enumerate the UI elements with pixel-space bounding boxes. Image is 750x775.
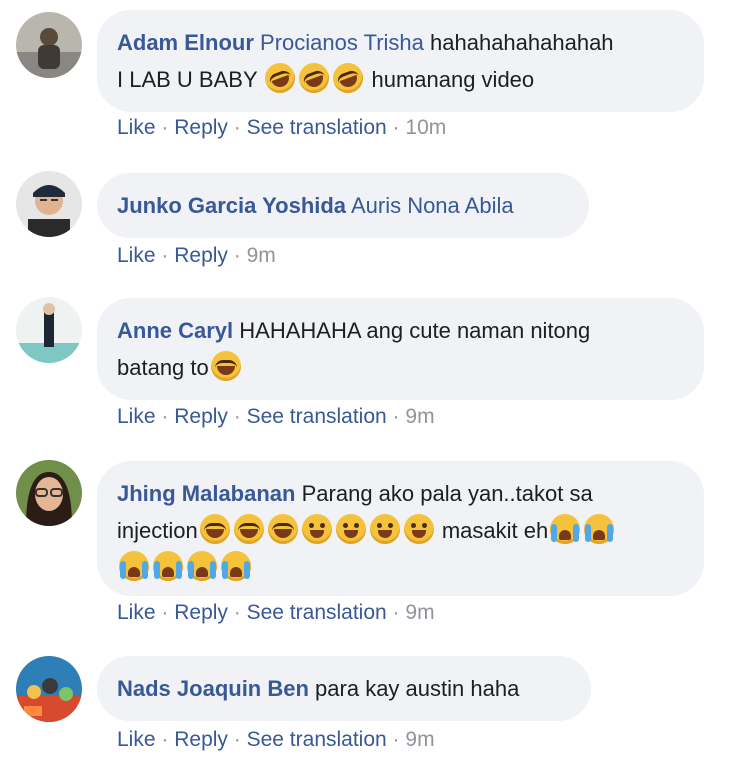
separator: ·	[392, 116, 400, 139]
avatar[interactable]	[16, 12, 82, 78]
comment-text: hahahahahahahah	[430, 30, 614, 55]
woman-glasses-icon	[16, 460, 82, 526]
comment-author[interactable]: Jhing Malabanan	[117, 481, 295, 506]
comment-text: HAHAHAHA ang cute naman nitong	[239, 318, 591, 343]
loudly-crying-emoji-icon	[550, 514, 581, 544]
loudly-crying-emoji-icon	[119, 551, 149, 581]
loudly-crying-emoji-icon	[153, 551, 183, 581]
reply-link[interactable]: Reply	[174, 728, 228, 751]
person-outdoor-icon	[16, 297, 82, 363]
comment-text: humanang video	[371, 67, 535, 92]
see-translation-link[interactable]: See translation	[247, 405, 387, 428]
comment-text: para kay austin haha	[315, 676, 520, 701]
like-link[interactable]: Like	[117, 728, 156, 751]
rofl-emoji-icon	[329, 58, 368, 98]
comment-bubble: Nads Joaquin Ben para kay austin haha	[97, 656, 591, 721]
winking-tongue-emoji-icon	[369, 514, 400, 544]
separator: ·	[392, 405, 400, 428]
rofl-emoji-icon	[261, 58, 300, 98]
like-link[interactable]: Like	[117, 601, 156, 624]
reply-link[interactable]: Reply	[174, 601, 228, 624]
separator: ·	[161, 601, 169, 624]
comment-actions: Like · Reply · 9m	[117, 244, 276, 268]
like-link[interactable]: Like	[117, 244, 156, 267]
joy-emoji-icon	[233, 514, 264, 544]
comment-text: batang to	[117, 355, 209, 380]
comment-bubble: Jhing Malabanan Parang ako pala yan..tak…	[97, 461, 704, 596]
tagged-user[interactable]: Procianos Trisha	[260, 30, 424, 55]
comment-actions: Like · Reply · See translation · 9m	[117, 601, 435, 625]
avatar[interactable]	[16, 171, 82, 237]
timestamp[interactable]: 9m	[405, 601, 434, 624]
winking-tongue-emoji-icon	[301, 514, 332, 544]
see-translation-link[interactable]: See translation	[247, 728, 387, 751]
avatar[interactable]	[16, 656, 82, 722]
separator: ·	[233, 244, 241, 267]
comment-bubble: Junko Garcia Yoshida Auris Nona Abila	[97, 173, 589, 238]
winking-tongue-emoji-icon	[335, 514, 366, 544]
joy-emoji-icon	[267, 514, 298, 544]
comment-actions: Like · Reply · See translation · 9m	[117, 728, 435, 752]
separator: ·	[161, 116, 169, 139]
comment-text: Parang ako pala yan..takot sa	[301, 481, 593, 506]
comment-bubble: Adam Elnour Procianos Trisha hahahahahah…	[97, 10, 704, 112]
see-translation-link[interactable]: See translation	[247, 601, 387, 624]
man-portrait-icon	[16, 12, 82, 78]
comment-actions: Like · Reply · See translation · 10m	[117, 116, 446, 140]
timestamp[interactable]: 9m	[405, 728, 434, 751]
colorful-group-icon	[16, 656, 82, 722]
reply-link[interactable]: Reply	[174, 405, 228, 428]
tagged-user[interactable]: Auris Nona Abila	[351, 193, 514, 218]
comment-actions: Like · Reply · See translation · 9m	[117, 405, 435, 429]
comment-bubble: Anne Caryl HAHAHAHA ang cute naman niton…	[97, 298, 704, 400]
timestamp[interactable]: 9m	[247, 244, 276, 267]
separator: ·	[233, 728, 241, 751]
separator: ·	[392, 728, 400, 751]
comment-text: injection	[117, 518, 198, 543]
separator: ·	[161, 244, 169, 267]
man-with-cap-icon	[16, 171, 82, 237]
separator: ·	[233, 405, 241, 428]
loudly-crying-emoji-icon	[221, 551, 251, 581]
comment-author[interactable]: Anne Caryl	[117, 318, 233, 343]
reply-link[interactable]: Reply	[174, 116, 228, 139]
joy-emoji-icon	[210, 351, 241, 381]
comment-text: masakit eh	[441, 518, 549, 543]
avatar[interactable]	[16, 460, 82, 526]
rofl-emoji-icon	[295, 58, 334, 98]
comment-author[interactable]: Junko Garcia Yoshida	[117, 193, 346, 218]
like-link[interactable]: Like	[117, 116, 156, 139]
comment-author[interactable]: Adam Elnour	[117, 30, 254, 55]
like-link[interactable]: Like	[117, 405, 156, 428]
reply-link[interactable]: Reply	[174, 244, 228, 267]
comment-author[interactable]: Nads Joaquin Ben	[117, 676, 309, 701]
separator: ·	[233, 601, 241, 624]
joy-emoji-icon	[199, 514, 230, 544]
comment-text: I LAB U BABY	[117, 67, 258, 92]
loudly-crying-emoji-icon	[187, 551, 217, 581]
avatar[interactable]	[16, 297, 82, 363]
see-translation-link[interactable]: See translation	[247, 116, 387, 139]
separator: ·	[392, 601, 400, 624]
separator: ·	[233, 116, 241, 139]
separator: ·	[161, 405, 169, 428]
separator: ·	[161, 728, 169, 751]
winking-tongue-emoji-icon	[403, 514, 434, 544]
timestamp[interactable]: 9m	[405, 405, 434, 428]
timestamp[interactable]: 10m	[405, 116, 446, 139]
loudly-crying-emoji-icon	[584, 514, 615, 544]
